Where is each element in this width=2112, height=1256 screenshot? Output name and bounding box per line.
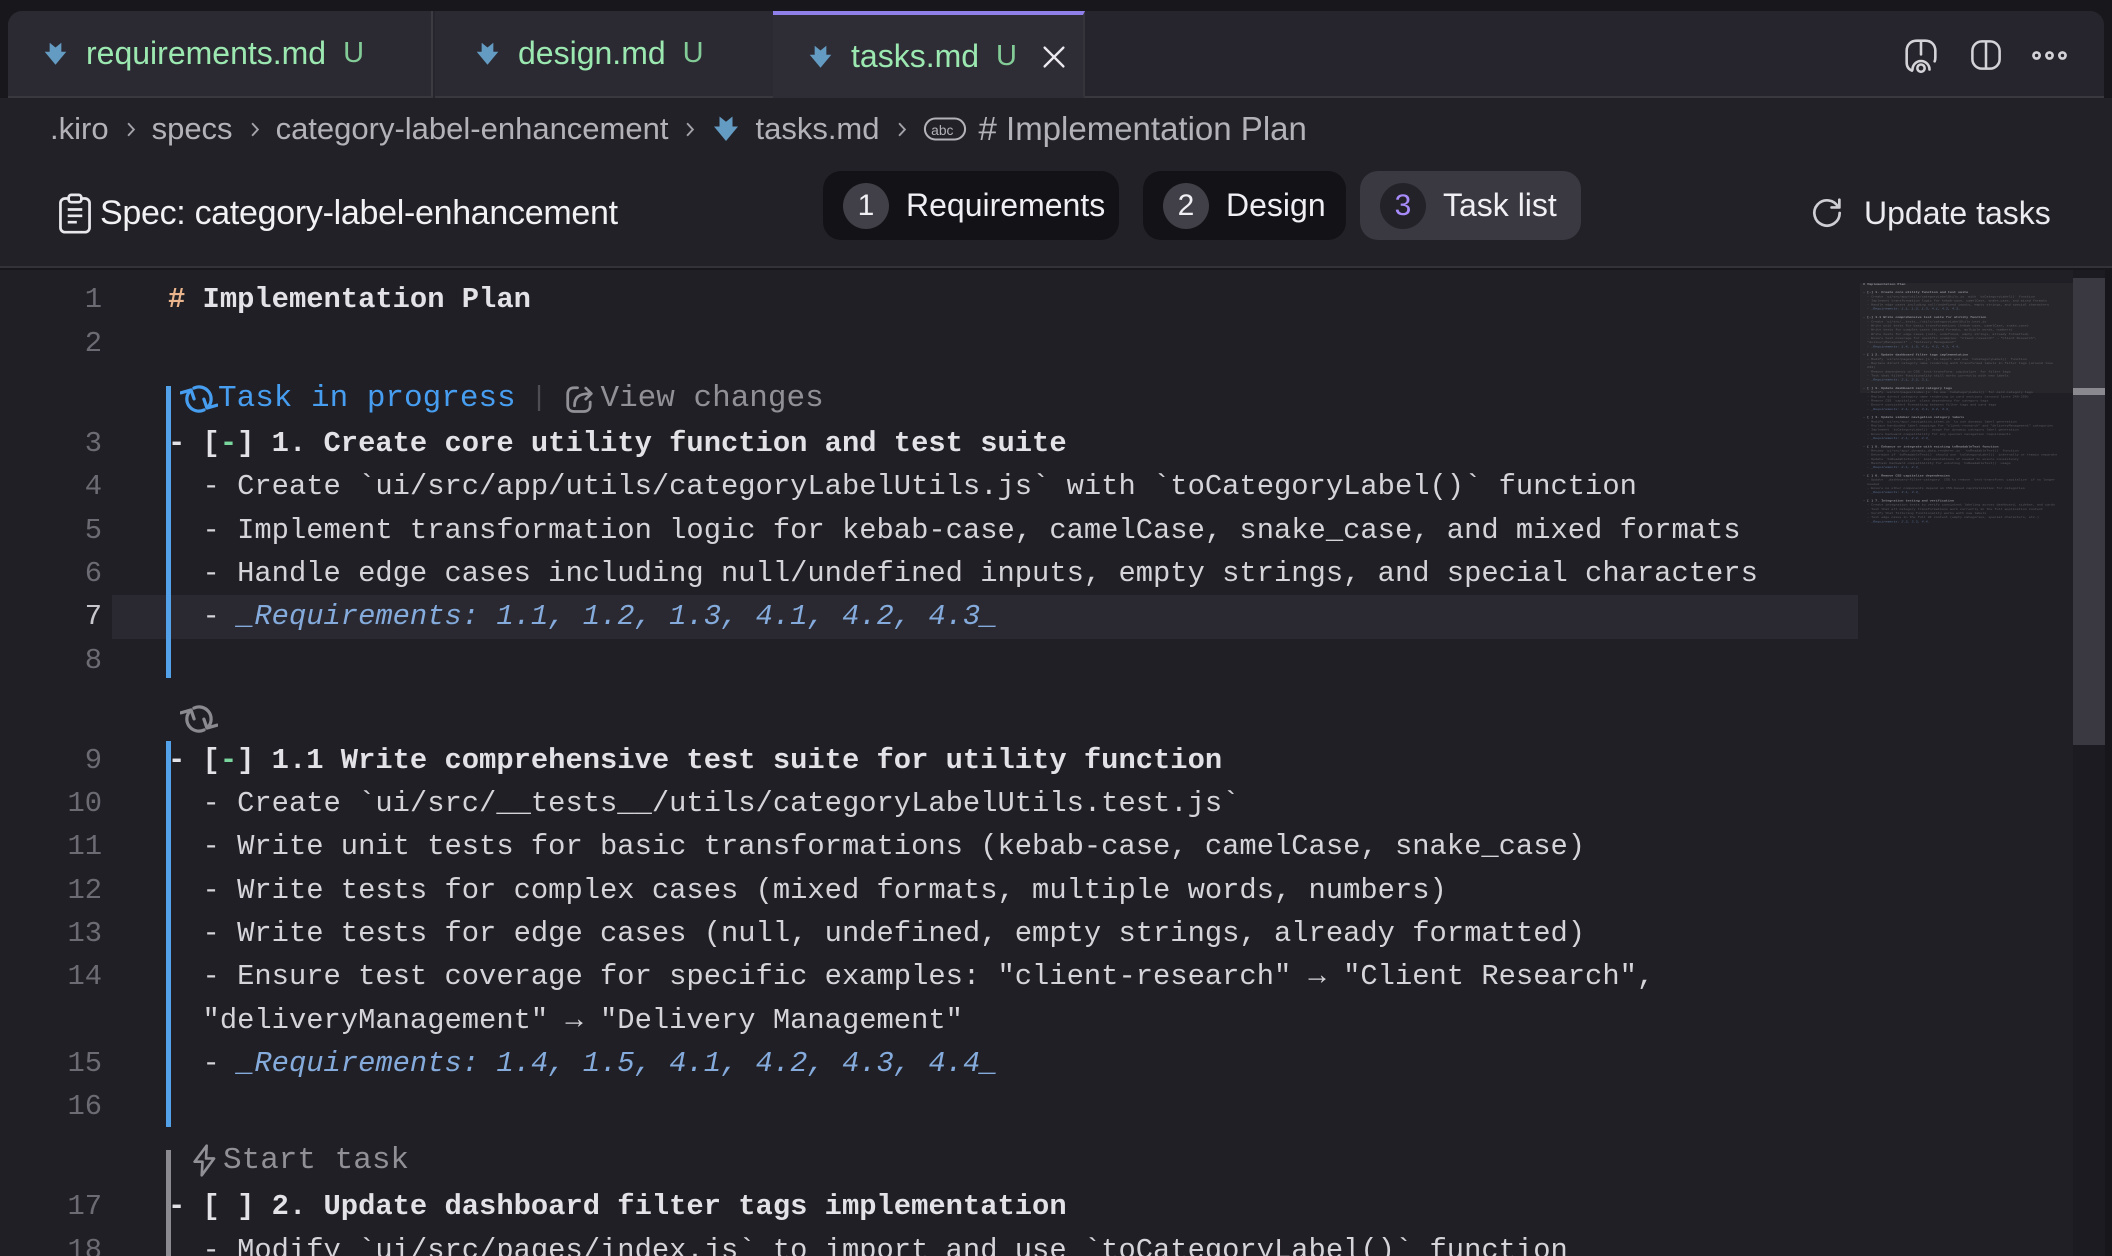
svg-text:abc: abc [931, 122, 953, 138]
